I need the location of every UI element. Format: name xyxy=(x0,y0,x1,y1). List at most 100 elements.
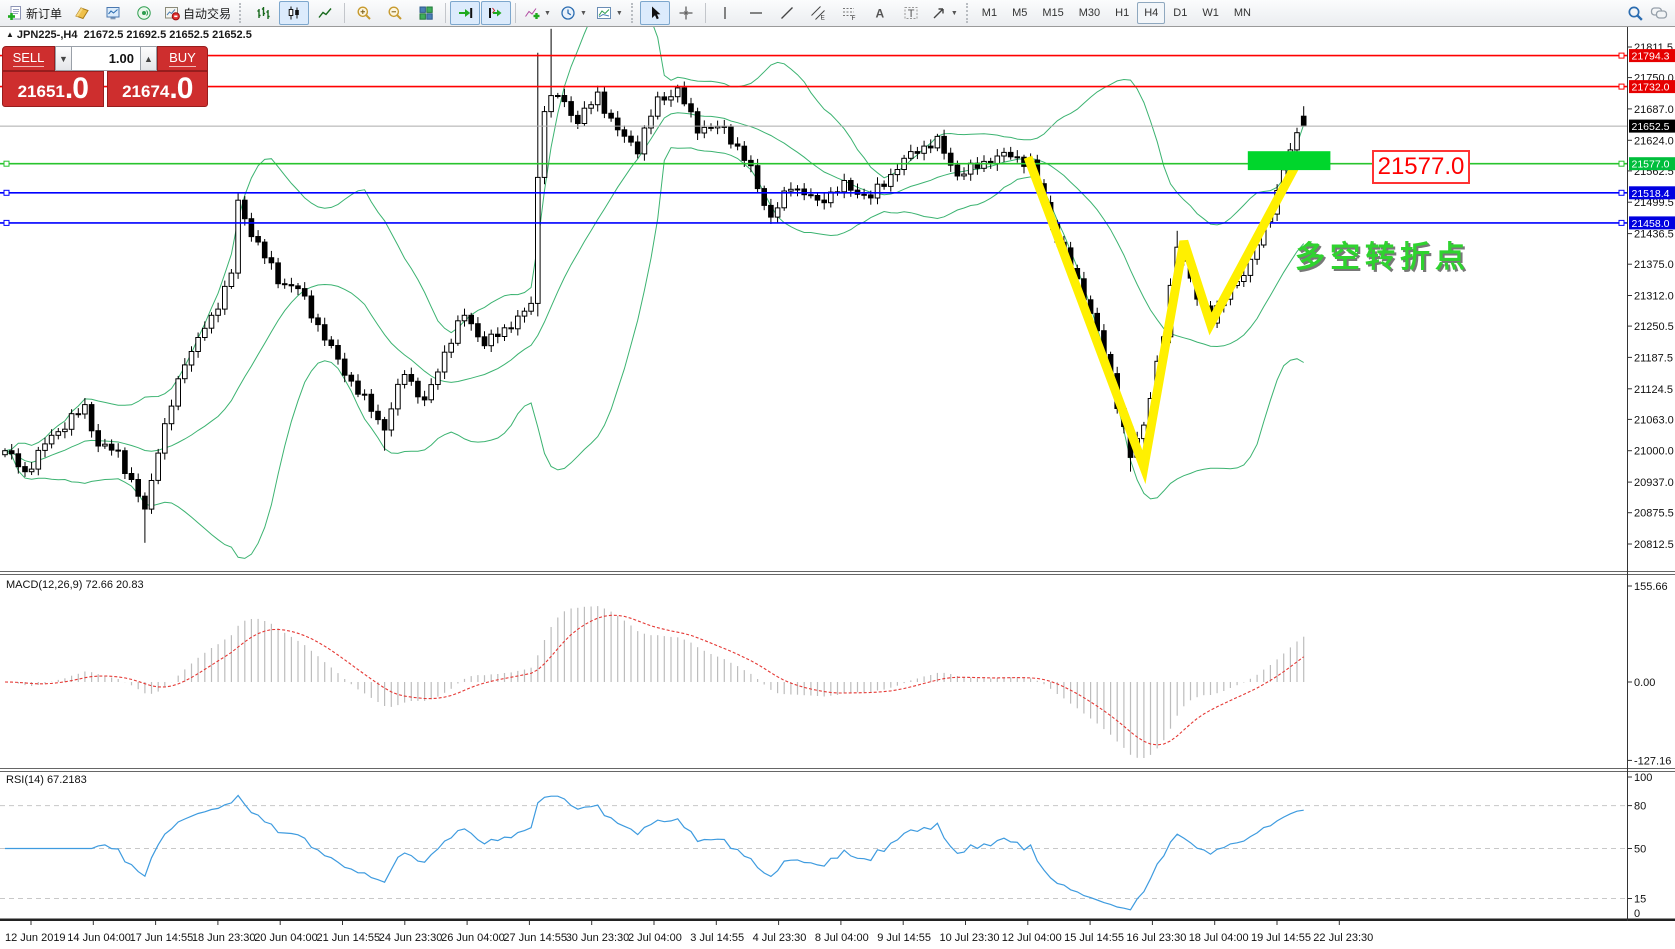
chevron-down-icon: ▼ xyxy=(616,10,623,17)
ohlc-open: 21672.5 xyxy=(84,29,124,41)
svg-text:20812.5: 20812.5 xyxy=(1634,539,1674,551)
new-order-button[interactable]: 新订单 xyxy=(3,1,66,25)
buy-button[interactable]: BUY xyxy=(157,46,208,71)
turning-point-annotation[interactable]: 多空转折点 xyxy=(1295,232,1470,276)
svg-text:E: E xyxy=(820,15,825,22)
line-chart-icon xyxy=(317,5,333,21)
svg-text:21063.0: 21063.0 xyxy=(1634,414,1674,426)
new-order-icon xyxy=(7,5,23,21)
svg-text:21250.5: 21250.5 xyxy=(1634,321,1674,333)
toolbar-grip[interactable] xyxy=(966,3,971,23)
svg-text:4 Jul 23:30: 4 Jul 23:30 xyxy=(753,932,807,944)
chat-icon[interactable] xyxy=(1650,5,1668,21)
svg-text:15: 15 xyxy=(1634,894,1646,906)
ohlc-close: 21652.5 xyxy=(212,29,252,41)
fibonacci-button[interactable]: F xyxy=(834,1,864,25)
sell-price-pips: .0 xyxy=(65,74,88,104)
timeframe-h1[interactable]: H1 xyxy=(1108,2,1136,24)
chart-preview-button[interactable] xyxy=(98,1,128,25)
svg-text:20937.0: 20937.0 xyxy=(1634,477,1674,489)
search-icon[interactable] xyxy=(1627,5,1644,22)
svg-text:21652.5: 21652.5 xyxy=(1632,121,1670,133)
volume-input[interactable]: 1.00 xyxy=(72,46,140,71)
candlestick-chart-button[interactable] xyxy=(279,1,309,25)
crosshair-button[interactable] xyxy=(671,1,701,25)
svg-text:21000.0: 21000.0 xyxy=(1634,446,1674,458)
svg-text:MACD(12,26,9) 72.66 20.83: MACD(12,26,9) 72.66 20.83 xyxy=(6,579,144,591)
equidistant-channel-button[interactable]: E xyxy=(803,1,833,25)
arrows-button[interactable]: ▼ xyxy=(927,1,962,25)
buy-price-button[interactable]: 21674.0 xyxy=(107,71,209,107)
spin-up-icon: ▲ xyxy=(144,54,153,64)
svg-text:21687.0: 21687.0 xyxy=(1634,104,1674,116)
svg-text:A: A xyxy=(875,7,884,21)
price-callout-box[interactable]: 21577.0 xyxy=(1372,150,1470,184)
buy-price-pips: .0 xyxy=(169,74,192,104)
svg-text:21436.5: 21436.5 xyxy=(1634,229,1674,241)
metaeditor-button[interactable] xyxy=(67,1,97,25)
chart-title: ▲JPN225-,H4 21672.5 21692.5 21652.5 2165… xyxy=(6,29,252,41)
chart-window[interactable]: 155.660.00-127.16MACD(12,26,9) 72.66 20.… xyxy=(0,27,1675,948)
autotrading-button[interactable]: 自动交易 xyxy=(160,1,235,25)
svg-text:26 Jun 04:00: 26 Jun 04:00 xyxy=(441,932,505,944)
timeframe-w1[interactable]: W1 xyxy=(1195,2,1226,24)
zoom-in-button[interactable] xyxy=(349,1,379,25)
crosshair-icon xyxy=(678,5,694,21)
metaeditor-icon xyxy=(74,5,90,21)
ohlc-high: 21692.5 xyxy=(126,29,166,41)
periods-button[interactable]: ▼ xyxy=(556,1,591,25)
one-click-trading-panel: SELL ▼ 1.00 ▲ BUY 21651.0 21674.0 xyxy=(2,46,208,107)
signals-button[interactable] xyxy=(129,1,159,25)
sell-button[interactable]: SELL xyxy=(2,46,55,71)
svg-text:15 Jul 14:55: 15 Jul 14:55 xyxy=(1064,932,1124,944)
buy-label: BUY xyxy=(169,50,196,67)
svg-text:50: 50 xyxy=(1634,844,1646,856)
auto-scroll-button[interactable] xyxy=(450,1,480,25)
toolbar-grip[interactable] xyxy=(631,3,636,23)
svg-text:18 Jun 23:30: 18 Jun 23:30 xyxy=(192,932,256,944)
svg-text:21624.0: 21624.0 xyxy=(1634,135,1674,147)
text-button[interactable]: A xyxy=(865,1,895,25)
zoom-out-button[interactable] xyxy=(380,1,410,25)
indicators-button[interactable]: ▼ xyxy=(520,1,555,25)
volume-decrease-button[interactable]: ▼ xyxy=(55,46,72,71)
toolbar-grip[interactable] xyxy=(239,3,244,23)
svg-text:F: F xyxy=(851,15,855,21)
timeframe-m15[interactable]: M15 xyxy=(1035,2,1070,24)
bar-chart-button[interactable] xyxy=(248,1,278,25)
timeframe-m1[interactable]: M1 xyxy=(975,2,1004,24)
line-chart-button[interactable] xyxy=(310,1,340,25)
cursor-icon xyxy=(647,5,663,21)
svg-text:21732.0: 21732.0 xyxy=(1632,82,1670,94)
symbol-marker-icon: ▲ xyxy=(6,30,14,39)
svg-text:20875.5: 20875.5 xyxy=(1634,508,1674,520)
toolbar-right xyxy=(1627,5,1672,22)
sell-price-button[interactable]: 21651.0 xyxy=(2,71,104,107)
equidistant-channel-icon: E xyxy=(810,5,826,21)
volume-increase-button[interactable]: ▲ xyxy=(140,46,157,71)
timeframe-m5[interactable]: M5 xyxy=(1005,2,1034,24)
trendline-button[interactable] xyxy=(772,1,802,25)
clock-icon xyxy=(560,5,576,21)
templates-button[interactable]: ▼ xyxy=(592,1,627,25)
svg-text:20 Jun 04:00: 20 Jun 04:00 xyxy=(254,932,318,944)
cursor-button[interactable] xyxy=(640,1,670,25)
text-label-button[interactable]: T xyxy=(896,1,926,25)
text-icon: A xyxy=(872,5,888,21)
signals-icon xyxy=(136,5,152,21)
chart-shift-button[interactable] xyxy=(481,1,511,25)
timeframe-m30[interactable]: M30 xyxy=(1072,2,1107,24)
timeframe-d1[interactable]: D1 xyxy=(1166,2,1194,24)
chevron-down-icon: ▼ xyxy=(544,10,551,17)
arrow-object-icon xyxy=(931,5,947,21)
tile-windows-button[interactable] xyxy=(411,1,441,25)
vertical-line-button[interactable] xyxy=(710,1,740,25)
svg-text:10 Jul 23:30: 10 Jul 23:30 xyxy=(940,932,1000,944)
timeframe-mn[interactable]: MN xyxy=(1227,2,1258,24)
symbol-period-label: JPN225-,H4 xyxy=(17,29,78,41)
svg-text:-127.16: -127.16 xyxy=(1634,755,1671,767)
horizontal-line-button[interactable] xyxy=(741,1,771,25)
svg-text:19 Jul 14:55: 19 Jul 14:55 xyxy=(1251,932,1311,944)
svg-text:100: 100 xyxy=(1634,772,1652,784)
timeframe-h4[interactable]: H4 xyxy=(1137,2,1165,24)
